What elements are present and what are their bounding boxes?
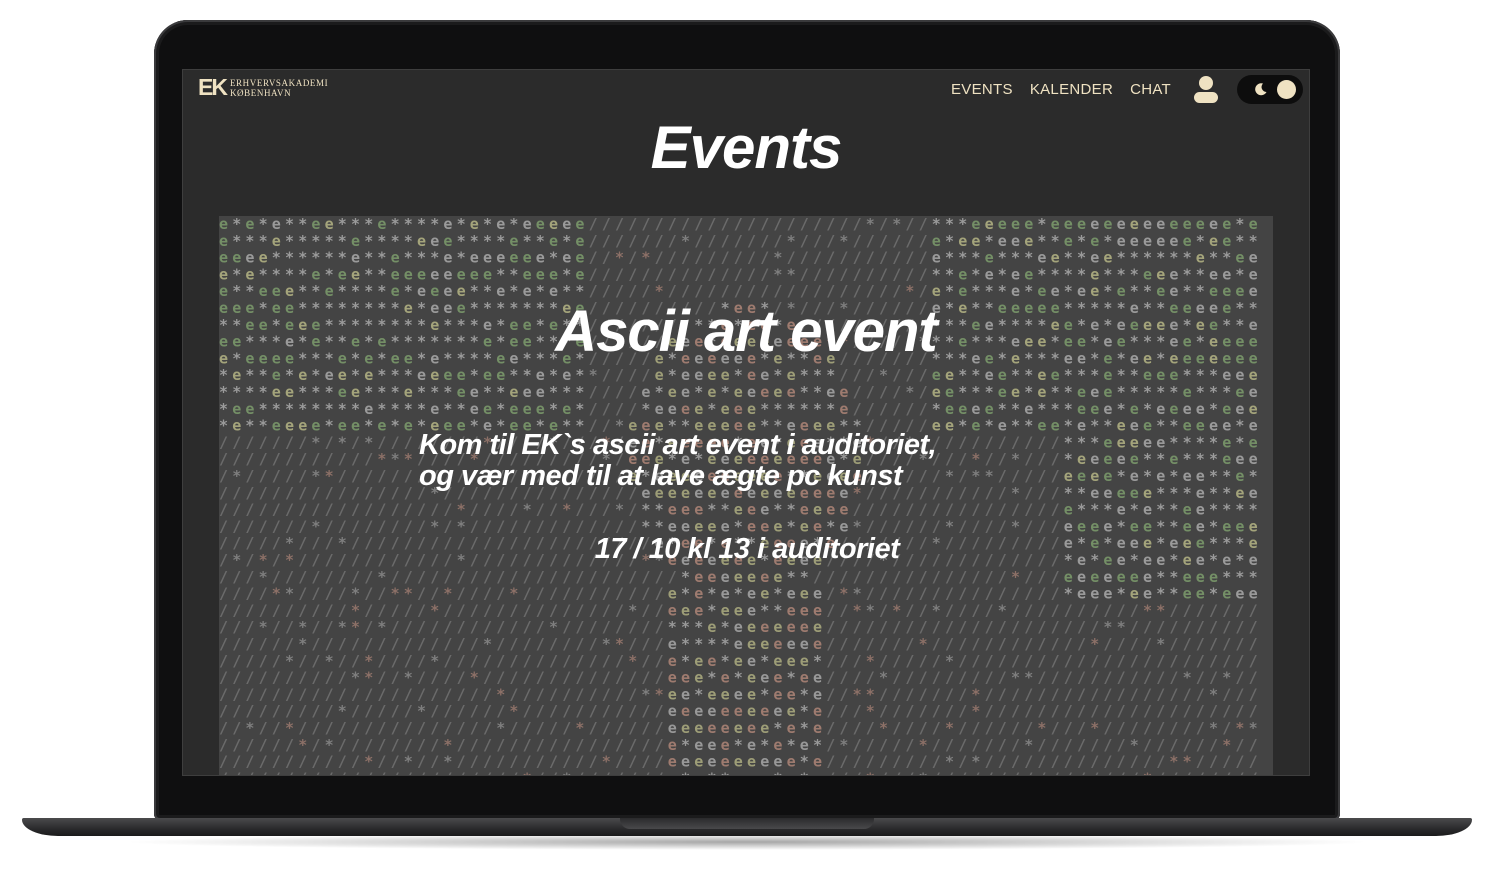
top-navigation-bar: EK ERHVERVSAKADEMI KØBENHAVN EVENTS KALE… bbox=[183, 70, 1309, 110]
moon-icon bbox=[1255, 82, 1267, 95]
event-description-line-2: og vær med til at lave ægte pc kunst bbox=[419, 460, 903, 492]
nav-chat-link[interactable]: CHAT bbox=[1130, 81, 1171, 98]
logo-mark: EK bbox=[198, 74, 228, 100]
toggle-knob bbox=[1277, 79, 1296, 99]
event-description-line-1: Kom til EK`s ascii art event i auditorie… bbox=[419, 429, 937, 461]
nav-kalender-link[interactable]: KALENDER bbox=[1030, 81, 1113, 98]
logo-line-1: ERHVERVSAKADEMI bbox=[229, 77, 329, 88]
logo-text: ERHVERVSAKADEMI KØBENHAVN bbox=[230, 78, 328, 98]
theme-toggle[interactable] bbox=[1237, 74, 1303, 104]
laptop-shadow bbox=[120, 834, 1374, 850]
laptop-notch bbox=[620, 818, 874, 829]
event-title: Ascii art event bbox=[555, 299, 938, 364]
event-date: 17 / 10 kl 13 i auditoriet bbox=[594, 533, 900, 565]
page-title: Events bbox=[650, 114, 843, 181]
screen: EK ERHVERVSAKADEMI KØBENHAVN EVENTS KALE… bbox=[182, 69, 1310, 776]
event-hero[interactable]: e * e * e * * e e * * * e * * * * e * e * e * e e e e e / / / / / / / / / / / /… bbox=[219, 216, 1273, 775]
nav-events-link[interactable]: EVENTS bbox=[951, 81, 1013, 98]
logo[interactable]: EK ERHVERVSAKADEMI KØBENHAVN bbox=[198, 76, 328, 99]
logo-line-2: KØBENHAVN bbox=[229, 87, 292, 98]
main-nav: EVENTS KALENDER CHAT bbox=[951, 70, 1303, 108]
event-description: Kom til EK`s ascii art event i auditorie… bbox=[419, 430, 1119, 492]
user-icon[interactable] bbox=[1191, 74, 1221, 104]
